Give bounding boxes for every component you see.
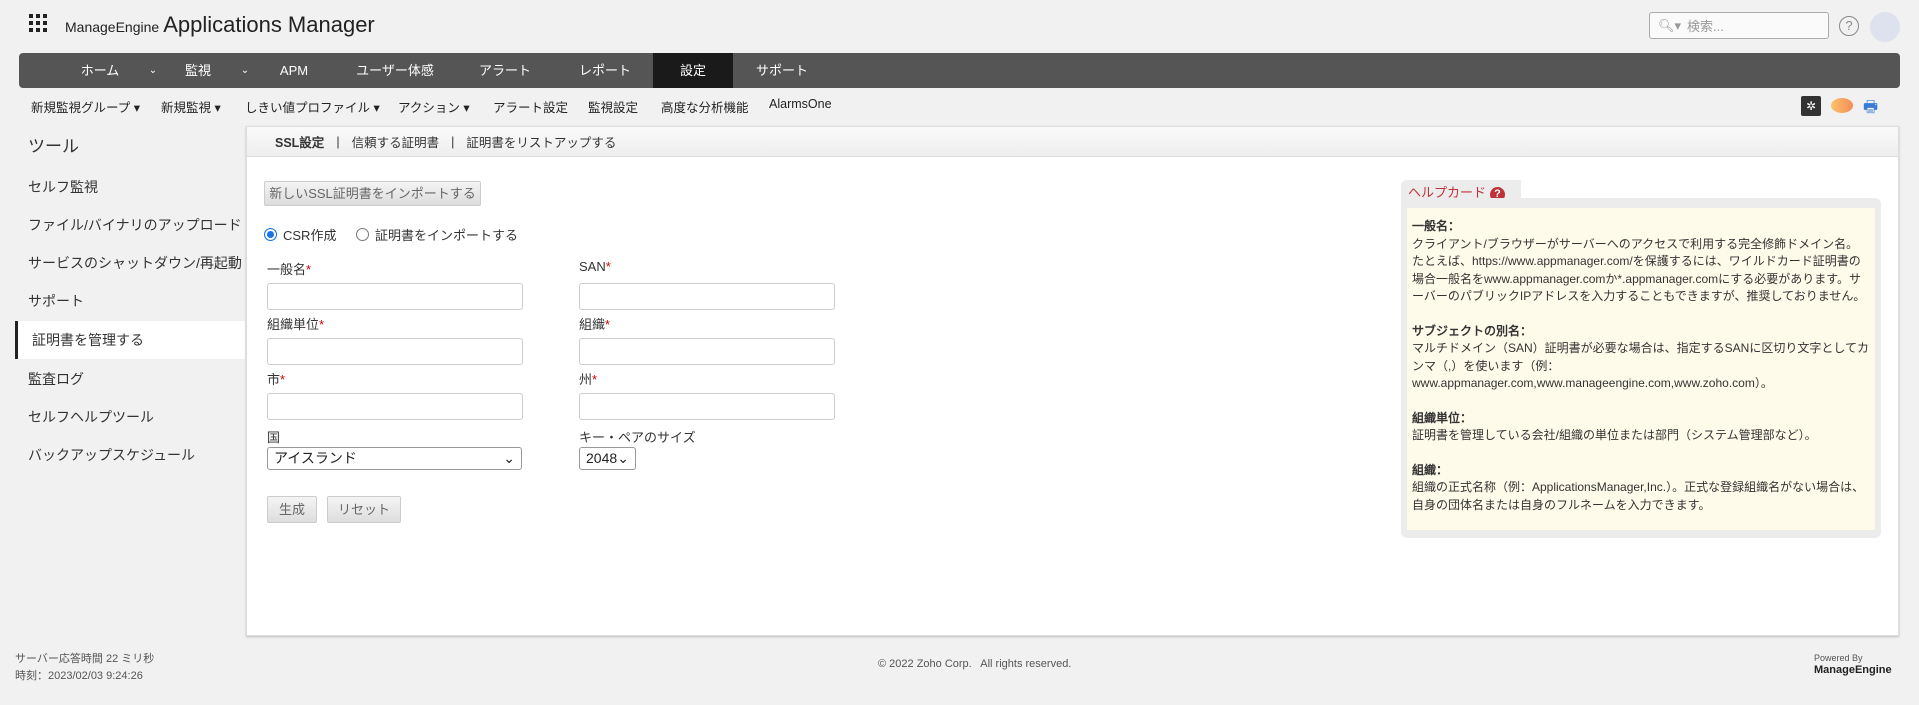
search-input[interactable]: 🔍︎▾ 検索... bbox=[1649, 12, 1829, 39]
main-nav: ホーム ⌄ 監視 ⌄ APM ユーザー体感 アラート レポート 設定 サポート bbox=[19, 53, 1900, 88]
nav-alerts[interactable]: アラート bbox=[479, 53, 531, 88]
nav-apm[interactable]: APM bbox=[280, 53, 308, 88]
sidebar-item-support[interactable]: サポート bbox=[15, 282, 245, 320]
san-label: SAN* bbox=[579, 259, 611, 274]
nav-monitors[interactable]: 監視 bbox=[185, 53, 211, 88]
common-name-label: 一般名* bbox=[267, 262, 312, 277]
org-unit-input[interactable] bbox=[267, 338, 523, 365]
sidebar-item-upload[interactable]: ファイル/バイナリのアップロード bbox=[15, 206, 245, 244]
help-card: ヘルプカード? 一般名： クライアント/ブラウザーがサーバーへのアクセスで利用する… bbox=[1401, 180, 1881, 538]
copyright: © 2022 Zoho Corp. All rights reserved. bbox=[878, 658, 1072, 670]
city-input[interactable] bbox=[267, 393, 523, 420]
country-select[interactable]: アイスランド ⌄ bbox=[267, 447, 522, 470]
help-section: 組織単位： 証明書を管理している会社/組織の単位または部門（システム管理部など）。 bbox=[1412, 410, 1817, 443]
key-size-select[interactable]: 2048 ⌄ bbox=[579, 447, 636, 470]
pie-chart-icon[interactable] bbox=[1831, 98, 1853, 113]
tab-ssl-settings[interactable]: SSL設定 bbox=[275, 132, 324, 151]
help-section: サブジェクトの別名： マルチドメイン（SAN）証明書が必要な場合は、指定するSAN… bbox=[1412, 323, 1869, 391]
app-grid-icon[interactable] bbox=[29, 14, 47, 32]
radio-import-label: 証明書をインポートする bbox=[375, 228, 519, 243]
help-section: 一般名： クライアント/ブラウザーがサーバーへのアクセスで利用する完全修飾ドメイン… bbox=[1412, 219, 1866, 303]
subnav-analytics[interactable]: 高度な分析機能 bbox=[661, 97, 749, 116]
subnav-threshold[interactable]: しきい値プロファイル ▾ bbox=[245, 97, 380, 116]
radio-unchecked[interactable] bbox=[356, 228, 369, 241]
chevron-down-icon[interactable]: ⌄ bbox=[241, 53, 249, 88]
brand-small: ManageEngine bbox=[65, 19, 160, 35]
common-name-input[interactable] bbox=[267, 283, 523, 310]
tab-separator: | bbox=[336, 134, 340, 149]
state-label: 州* bbox=[579, 372, 598, 387]
org-label: 組織* bbox=[579, 317, 611, 332]
powered-by: Powered By bbox=[1814, 653, 1863, 663]
radio-import[interactable]: 証明書をインポートする bbox=[356, 225, 518, 244]
printer-icon[interactable]: 🖶 bbox=[1863, 96, 1881, 116]
subnav-alert-settings[interactable]: アラート設定 bbox=[493, 97, 568, 116]
subnav-alarmsone[interactable]: AlarmsOne bbox=[769, 97, 832, 111]
app-title: Applications Manager bbox=[163, 12, 375, 37]
sidebar-item-self-help[interactable]: セルフヘルプツール bbox=[15, 398, 245, 436]
subnav-monitor-settings[interactable]: 監視設定 bbox=[588, 97, 638, 116]
import-ssl-button[interactable]: 新しいSSL証明書をインポートする bbox=[264, 181, 481, 206]
generate-button[interactable]: 生成 bbox=[267, 496, 317, 523]
org-input[interactable] bbox=[579, 338, 835, 365]
subnav-actions[interactable]: アクション ▾ bbox=[398, 97, 470, 116]
key-size-label: キー・ペアのサイズ bbox=[579, 430, 696, 445]
tab-separator: | bbox=[451, 134, 455, 149]
nav-reports[interactable]: レポート bbox=[579, 53, 631, 88]
subnav-new-group[interactable]: 新規監視グループ ▾ bbox=[31, 97, 140, 116]
nav-home[interactable]: ホーム bbox=[81, 53, 120, 88]
tab-bar: SSL設定 | 信頼する証明書 | 証明書をリストアップする bbox=[247, 127, 1898, 157]
server-time: 時刻：2023/02/03 9:24:26 bbox=[15, 670, 143, 682]
nav-user-experience[interactable]: ユーザー体感 bbox=[356, 53, 434, 88]
state-input[interactable] bbox=[579, 393, 835, 420]
aperture-icon[interactable]: ✲ bbox=[1801, 96, 1821, 116]
chevron-down-icon: ⌄ bbox=[617, 450, 629, 466]
nav-settings[interactable]: 設定 bbox=[653, 53, 733, 88]
radio-csr[interactable]: CSR作成 bbox=[264, 225, 336, 244]
help-icon[interactable]: ? bbox=[1839, 16, 1859, 36]
reset-button[interactable]: リセット bbox=[327, 496, 401, 523]
search-icon: 🔍︎▾ bbox=[1658, 17, 1682, 33]
chevron-down-icon[interactable]: ⌄ bbox=[149, 53, 157, 88]
sidebar-item-backup[interactable]: バックアップスケジュール bbox=[15, 436, 245, 474]
logo: ManageEngine Applications Manager bbox=[65, 12, 375, 38]
radio-csr-label: CSR作成 bbox=[283, 228, 337, 243]
city-label: 市* bbox=[267, 372, 286, 387]
avatar[interactable] bbox=[1870, 12, 1900, 42]
search-placeholder: 検索... bbox=[1687, 19, 1724, 34]
org-unit-label: 組織単位* bbox=[267, 317, 325, 332]
sidebar-item-shutdown[interactable]: サービスのシャットダウン/再起動 bbox=[15, 244, 245, 282]
help-section: 組織： 組織の正式名称（例：ApplicationsManager,Inc.）。正… bbox=[1412, 462, 1865, 512]
server-response-time: サーバー応答時間 22 ミリ秒 bbox=[15, 653, 155, 665]
sidebar-item-self-monitor[interactable]: セルフ監視 bbox=[15, 168, 245, 206]
sidebar-item-audit-log[interactable]: 監査ログ bbox=[15, 360, 245, 398]
chevron-down-icon: ⌄ bbox=[503, 450, 515, 466]
radio-checked[interactable] bbox=[264, 228, 277, 241]
help-card-title: ヘルプカード? bbox=[1401, 180, 1521, 202]
nav-support[interactable]: サポート bbox=[756, 53, 808, 88]
sidebar-item-certificates[interactable]: 証明書を管理する bbox=[15, 321, 245, 359]
tab-list-certs[interactable]: 証明書をリストアップする bbox=[466, 132, 616, 151]
powered-by-logo[interactable]: ManageEngine bbox=[1814, 664, 1892, 676]
tab-trusted-certs[interactable]: 信頼する証明書 bbox=[352, 132, 440, 151]
sidebar-title: ツール bbox=[28, 137, 79, 156]
san-input[interactable] bbox=[579, 283, 835, 310]
country-label: 国 bbox=[267, 430, 281, 445]
subnav-new-monitor[interactable]: 新規監視 ▾ bbox=[161, 97, 221, 116]
